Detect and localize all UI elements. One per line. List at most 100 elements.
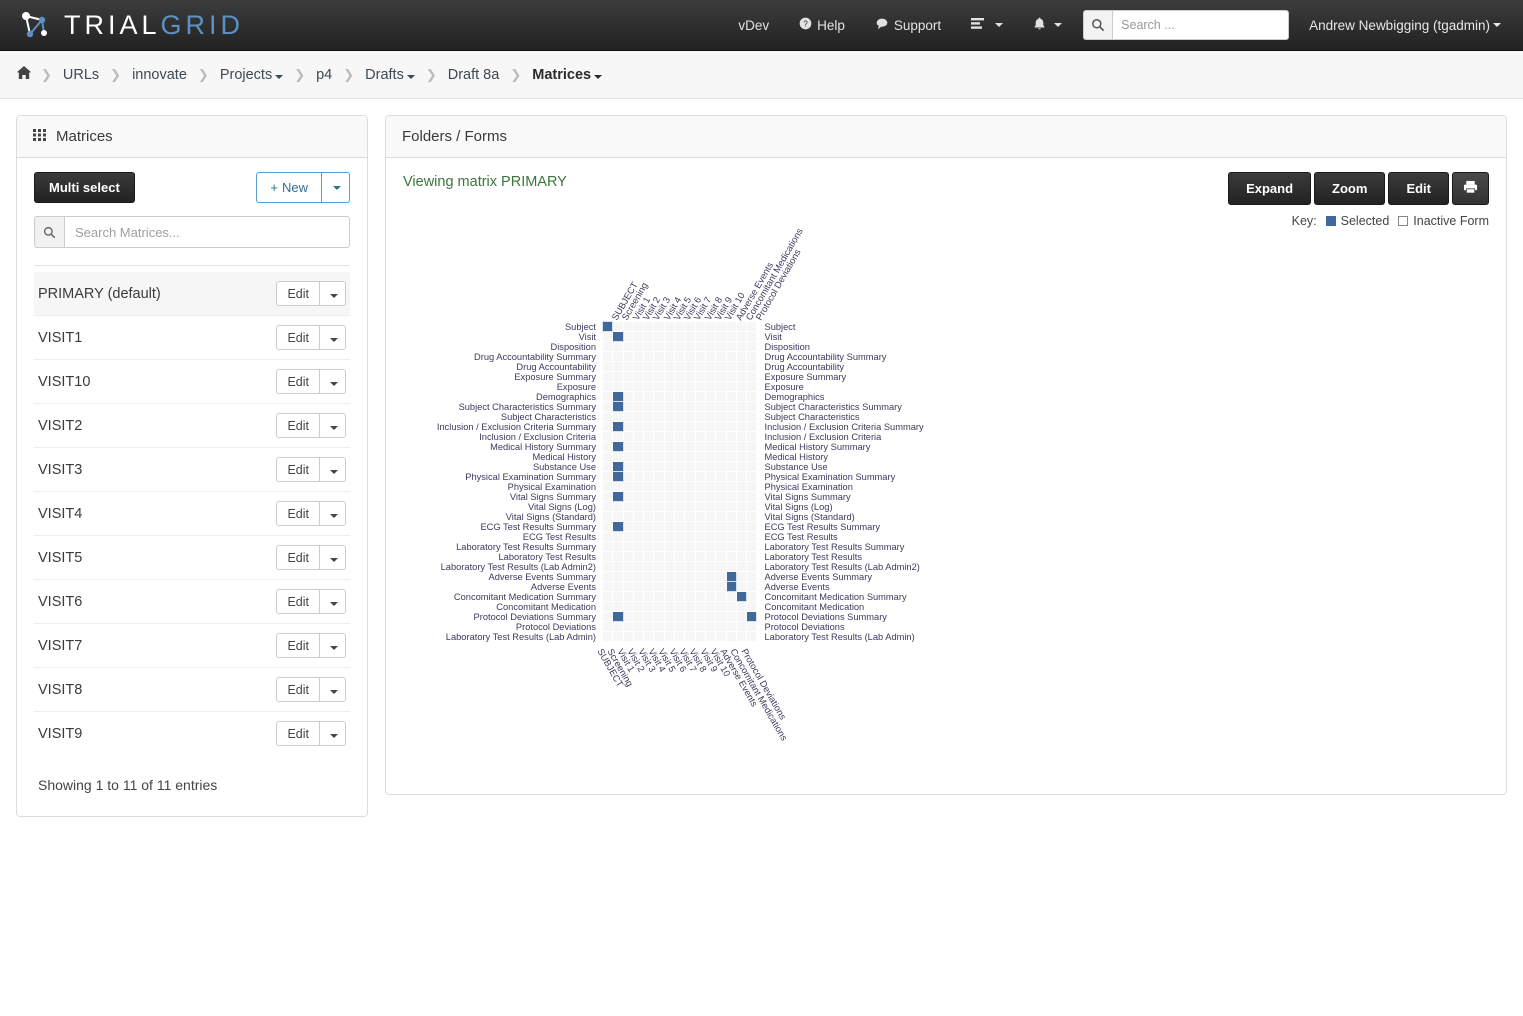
matrix-cell[interactable] — [663, 501, 676, 512]
matrix-cell[interactable] — [632, 611, 645, 622]
matrix-cell[interactable] — [704, 561, 717, 572]
matrix-cell[interactable] — [684, 631, 696, 642]
matrix-cell[interactable] — [663, 371, 676, 382]
matrix-cell[interactable] — [632, 621, 645, 632]
matrix-cell[interactable] — [632, 471, 645, 482]
matrix-cell[interactable] — [694, 561, 706, 572]
matrix-cell[interactable] — [715, 541, 727, 552]
matrix-cell[interactable] — [612, 541, 624, 552]
matrix-cell[interactable] — [684, 321, 696, 332]
matrix-cell[interactable] — [674, 631, 686, 642]
matrix-cell[interactable] — [674, 551, 686, 562]
matrix-cell[interactable] — [663, 561, 676, 572]
matrix-cell[interactable] — [746, 621, 758, 632]
matrix-cell[interactable] — [715, 341, 727, 352]
matrix-cell[interactable] — [735, 571, 748, 582]
matrix-cell[interactable] — [674, 391, 686, 402]
matrix-cell[interactable] — [746, 401, 758, 412]
breadcrumb-item-p4[interactable]: p4 — [314, 67, 334, 83]
matrix-cell[interactable] — [643, 531, 655, 542]
matrix-cell[interactable] — [674, 471, 686, 482]
matrix-cell[interactable] — [674, 351, 686, 362]
matrix-cell[interactable] — [735, 351, 748, 362]
matrix-cell[interactable] — [735, 451, 748, 462]
matrix-cell[interactable] — [735, 601, 748, 612]
matrix-cell[interactable] — [632, 381, 645, 392]
matrix-cell[interactable] — [612, 381, 624, 392]
matrix-cell[interactable] — [694, 431, 706, 442]
matrix-cell[interactable] — [674, 571, 686, 582]
matrix-cell[interactable] — [622, 341, 634, 352]
matrix-cell[interactable] — [694, 381, 706, 392]
matrix-cell[interactable] — [704, 531, 717, 542]
matrix-cell[interactable] — [612, 621, 624, 632]
matrix-cell[interactable] — [674, 431, 686, 442]
matrix-cell[interactable] — [684, 581, 696, 592]
matrix-cell[interactable] — [601, 341, 614, 352]
matrix-cell[interactable] — [674, 361, 686, 372]
list-item[interactable]: VISIT5 Edit — [34, 536, 350, 580]
edit-dropdown-button[interactable] — [320, 413, 346, 438]
matrix-cell[interactable] — [694, 571, 706, 582]
matrix-cell[interactable] — [622, 591, 634, 602]
matrix-cell[interactable] — [746, 431, 758, 442]
edit-button[interactable]: Edit — [276, 677, 320, 702]
matrix-cell[interactable] — [653, 541, 665, 552]
matrix-cell[interactable] — [694, 441, 706, 452]
matrix-cell[interactable] — [653, 481, 665, 492]
matrix-cell[interactable] — [704, 381, 717, 392]
matrix-cell[interactable] — [674, 561, 686, 572]
matrix-cell[interactable] — [746, 561, 758, 572]
matrix-cell[interactable] — [704, 631, 717, 642]
matrix-cell[interactable] — [704, 461, 717, 472]
matrix-grid[interactable] — [601, 321, 758, 642]
matrix-cell[interactable] — [601, 591, 614, 602]
matrix-cell[interactable] — [612, 431, 624, 442]
matrix-cell[interactable] — [684, 471, 696, 482]
matrix-cell[interactable] — [643, 371, 655, 382]
matrix-cell[interactable] — [612, 611, 624, 622]
matrix-cell[interactable] — [725, 561, 737, 572]
matrix-cell[interactable] — [663, 531, 676, 542]
matrix-cell[interactable] — [694, 421, 706, 432]
matrix-cell[interactable] — [694, 541, 706, 552]
matrix-cell[interactable] — [715, 471, 727, 482]
matrix-cell[interactable] — [684, 351, 696, 362]
matrix-cell[interactable] — [632, 501, 645, 512]
matrix-cell[interactable] — [746, 391, 758, 402]
matrix-cell[interactable] — [674, 321, 686, 332]
matrix-cell[interactable] — [612, 391, 624, 402]
matrix-cell[interactable] — [612, 401, 624, 412]
matrix-cell[interactable] — [632, 331, 645, 342]
matrix-cell[interactable] — [663, 361, 676, 372]
matrix-cell[interactable] — [715, 361, 727, 372]
matrix-cell[interactable] — [601, 321, 614, 332]
zoom-button[interactable]: Zoom — [1314, 172, 1386, 205]
matrix-cell[interactable] — [715, 511, 727, 522]
matrix-cell[interactable] — [694, 331, 706, 342]
matrix-cell[interactable] — [653, 321, 665, 332]
matrix-cell[interactable] — [622, 351, 634, 362]
matrix-cell[interactable] — [601, 451, 614, 462]
matrix-cell[interactable] — [653, 431, 665, 442]
matrix-cell[interactable] — [746, 611, 758, 622]
matrix-cell[interactable] — [715, 381, 727, 392]
matrix-cell[interactable] — [715, 351, 727, 362]
breadcrumb-item-drafts[interactable]: Drafts — [363, 67, 417, 83]
matrix-cell[interactable] — [653, 621, 665, 632]
matrix-cell[interactable] — [663, 431, 676, 442]
list-item[interactable]: VISIT8 Edit — [34, 668, 350, 712]
matrix-cell[interactable] — [601, 581, 614, 592]
matrix-cell[interactable] — [632, 491, 645, 502]
matrix-cell[interactable] — [612, 511, 624, 522]
matrix-cell[interactable] — [663, 551, 676, 562]
edit-button[interactable]: Edit — [276, 281, 320, 306]
matrix-cell[interactable] — [674, 341, 686, 352]
matrix-cell[interactable] — [715, 591, 727, 602]
matrix-cell[interactable] — [704, 471, 717, 482]
search-input[interactable] — [1112, 10, 1290, 40]
matrix-cell[interactable] — [663, 381, 676, 392]
matrix-cell[interactable] — [684, 541, 696, 552]
matrix-cell[interactable] — [643, 571, 655, 582]
matrix-cell[interactable] — [704, 481, 717, 492]
